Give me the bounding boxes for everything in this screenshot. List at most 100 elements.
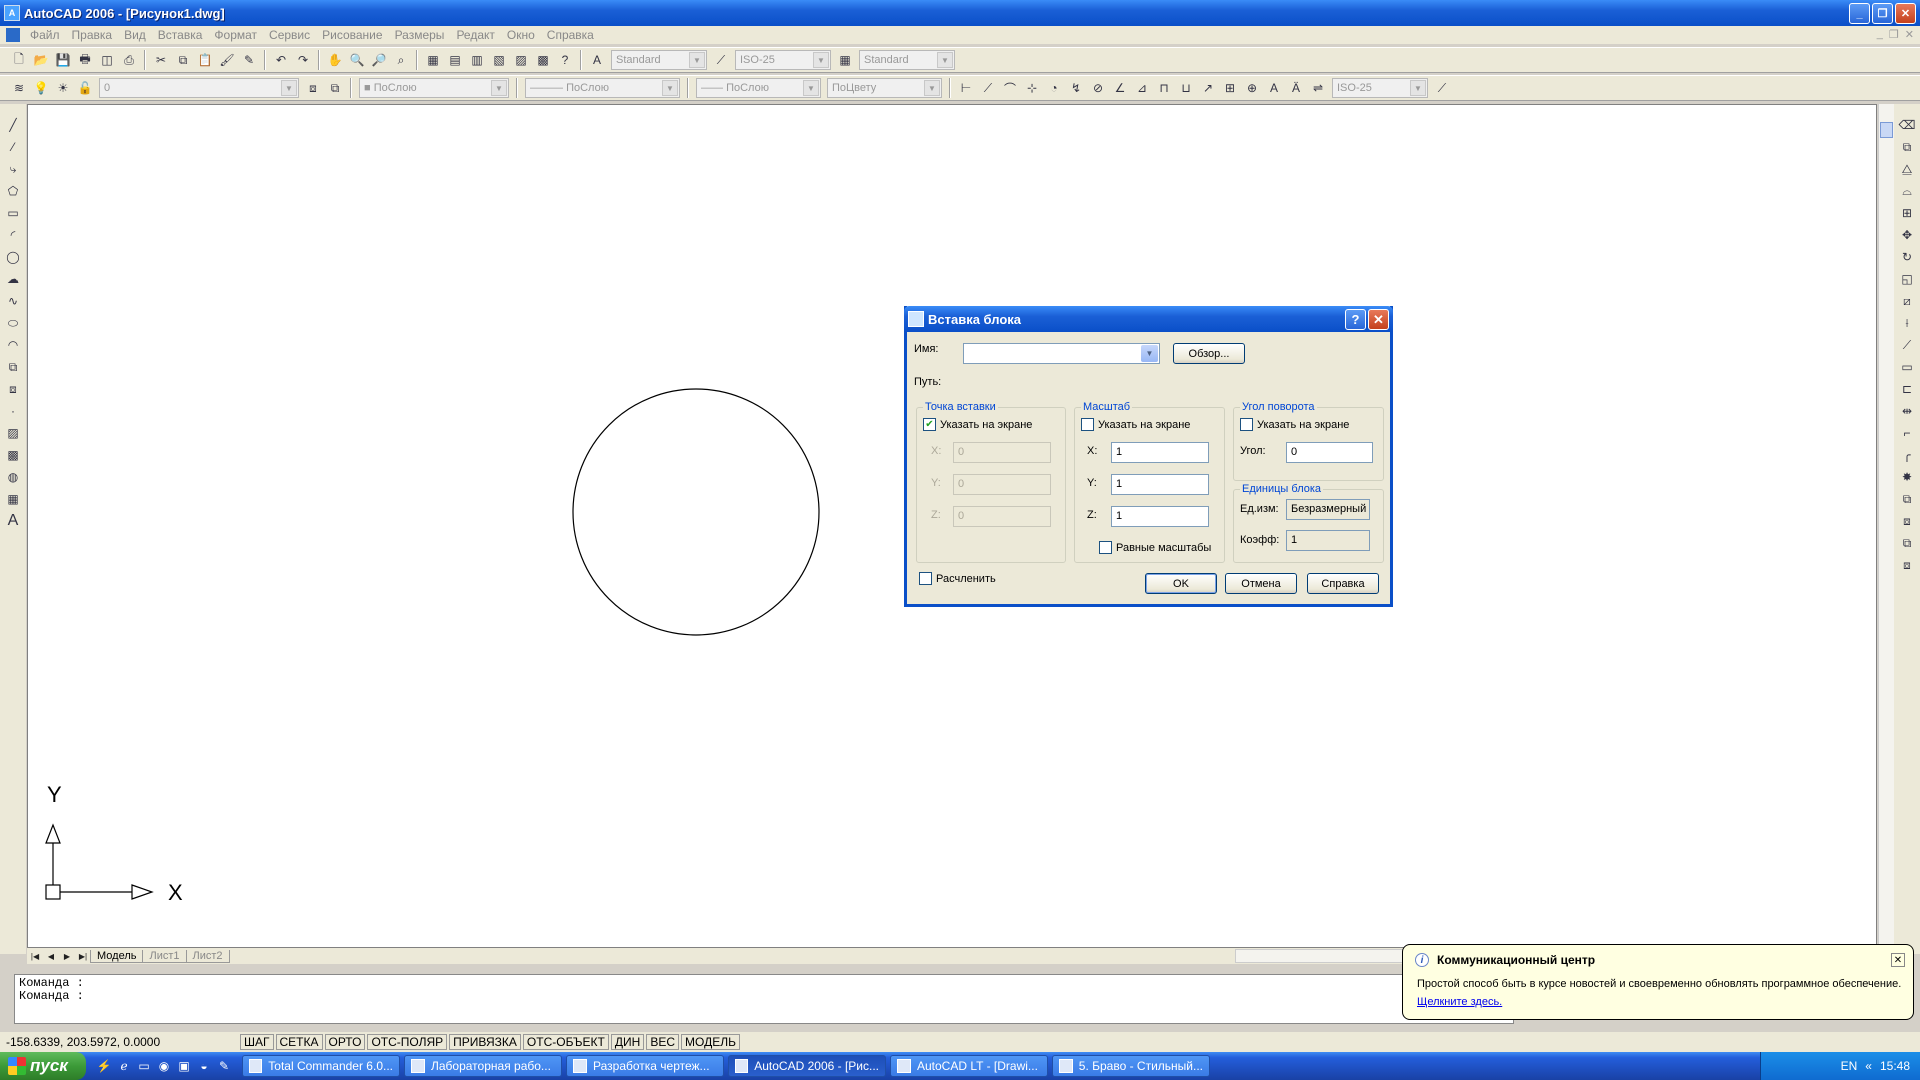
ordinate-dim-icon[interactable]: ⊹: [1023, 79, 1041, 97]
next-tab-icon[interactable]: ▶: [59, 949, 75, 963]
app-icon[interactable]: ▣: [176, 1058, 192, 1074]
dim-edit-icon[interactable]: A: [1265, 79, 1283, 97]
break-at-point-icon[interactable]: ▭: [1898, 358, 1916, 376]
save-icon[interactable]: 💾: [54, 51, 72, 69]
open-icon[interactable]: 📂: [32, 51, 50, 69]
dim-style-select[interactable]: ISO-25 ▼: [735, 50, 831, 70]
cancel-button[interactable]: Отмена: [1225, 573, 1297, 594]
color-select[interactable]: ■ ПоСлою ▼: [359, 78, 509, 98]
plot-preview-icon[interactable]: ◫: [98, 51, 116, 69]
insertion-y-field[interactable]: 0: [953, 474, 1051, 495]
zoom-previous-icon[interactable]: ⌕: [392, 51, 410, 69]
dim-update-icon[interactable]: ⇌: [1309, 79, 1327, 97]
insertion-specify-on-screen[interactable]: ✔ Указать на экране: [923, 418, 1032, 431]
tab-model[interactable]: Модель: [90, 949, 144, 963]
fillet-icon[interactable]: ╭: [1898, 446, 1916, 464]
dialog-close-button[interactable]: ✕: [1368, 309, 1389, 330]
extend-icon[interactable]: ⟋: [1898, 336, 1916, 354]
coordinates-readout[interactable]: -158.6339, 203.5972, 0.0000: [0, 1035, 240, 1049]
command-window[interactable]: Команда : Команда :: [14, 974, 1514, 1024]
sun-icon[interactable]: ☀: [54, 79, 72, 97]
dim-style-icon[interactable]: ⟋: [712, 51, 730, 69]
block-editor-icon[interactable]: ✎: [240, 51, 258, 69]
first-tab-icon[interactable]: |◀: [27, 949, 43, 963]
scale-x-field[interactable]: 1: [1111, 442, 1209, 463]
send-under-icon[interactable]: ⧈: [1898, 556, 1916, 574]
dim-text-edit-icon[interactable]: Ä: [1287, 79, 1305, 97]
insertion-on-screen-checkbox[interactable]: ✔: [923, 418, 936, 431]
help-icon[interactable]: ?: [556, 51, 574, 69]
zoom-window-icon[interactable]: 🔎: [370, 51, 388, 69]
browse-button[interactable]: Обзор...: [1173, 343, 1245, 364]
lineweight-select[interactable]: —— ПоСлою ▼: [696, 78, 821, 98]
erase-icon[interactable]: ⌫: [1898, 116, 1916, 134]
move-icon[interactable]: ✥: [1898, 226, 1916, 244]
line-icon[interactable]: ╱: [4, 116, 22, 134]
calculator-icon[interactable]: ▩: [534, 51, 552, 69]
dyn-toggle[interactable]: ДИН: [610, 1034, 645, 1050]
draw-order-front-icon[interactable]: ⧉: [1898, 490, 1916, 508]
uniform-scale[interactable]: Равные масштабы: [1099, 541, 1211, 554]
leader-icon[interactable]: ↗: [1199, 79, 1217, 97]
arc-length-icon[interactable]: ⌒: [1001, 79, 1019, 97]
task-lab-work[interactable]: Лабораторная рабо...: [404, 1055, 562, 1077]
copy-icon[interactable]: ⧉: [174, 51, 192, 69]
circle-icon[interactable]: ◯: [4, 248, 22, 266]
continue-dim-icon[interactable]: ⊔: [1177, 79, 1195, 97]
redo-icon[interactable]: ↷: [294, 51, 312, 69]
rotation-specify-on-screen[interactable]: Указать на экране: [1240, 418, 1349, 431]
menu-insert[interactable]: Вставка: [152, 28, 209, 42]
mirror-icon[interactable]: ⧋: [1898, 160, 1916, 178]
region-icon[interactable]: ◍: [4, 468, 22, 486]
task-total-commander[interactable]: Total Commander 6.0...: [242, 1055, 400, 1077]
text-style-icon[interactable]: A: [588, 51, 606, 69]
menu-draw[interactable]: Рисование: [316, 28, 388, 42]
rotate-icon[interactable]: ↻: [1898, 248, 1916, 266]
join-icon[interactable]: ⇹: [1898, 402, 1916, 420]
help-button[interactable]: Справка: [1307, 573, 1379, 594]
menu-dimension[interactable]: Размеры: [389, 28, 451, 42]
menu-help[interactable]: Справка: [541, 28, 600, 42]
properties-icon[interactable]: ▦: [424, 51, 442, 69]
scale-z-field[interactable]: 1: [1111, 506, 1209, 527]
undo-icon[interactable]: ↶: [272, 51, 290, 69]
linear-dim-icon[interactable]: ⊢: [957, 79, 975, 97]
plot-icon[interactable]: 🖶: [76, 51, 94, 69]
balloon-close-icon[interactable]: ✕: [1891, 953, 1905, 967]
paste-icon[interactable]: 📋: [196, 51, 214, 69]
offset-icon[interactable]: ⌓: [1898, 182, 1916, 200]
stretch-icon[interactable]: ⧄: [1898, 292, 1916, 310]
menu-modify[interactable]: Редакт: [450, 28, 500, 42]
hatch-icon[interactable]: ▨: [4, 424, 22, 442]
point-icon[interactable]: ·: [4, 402, 22, 420]
text-style-select[interactable]: Standard ▼: [611, 50, 707, 70]
sheet-set-icon[interactable]: ▧: [490, 51, 508, 69]
task-bravo[interactable]: 5. Браво - Стильный...: [1052, 1055, 1210, 1077]
dialog-help-button[interactable]: ?: [1345, 309, 1366, 330]
plotstyle-select[interactable]: ПоЦвету ▼: [827, 78, 942, 98]
insertion-x-field[interactable]: 0: [953, 442, 1051, 463]
tray-chevron-icon[interactable]: «: [1865, 1059, 1872, 1073]
media-icon[interactable]: ◉: [156, 1058, 172, 1074]
document-menu-icon[interactable]: [6, 28, 20, 42]
lock-icon[interactable]: 🔓: [76, 79, 94, 97]
jogged-dim-icon[interactable]: ↯: [1067, 79, 1085, 97]
aligned-dim-icon[interactable]: ⟋: [979, 79, 997, 97]
spline-icon[interactable]: ∿: [4, 292, 22, 310]
markup-icon[interactable]: ▨: [512, 51, 530, 69]
bring-above-icon[interactable]: ⧉: [1898, 534, 1916, 552]
match-properties-icon[interactable]: 🖌: [218, 51, 236, 69]
copy-object-icon[interactable]: ⧉: [1898, 138, 1916, 156]
prev-tab-icon[interactable]: ◀: [43, 949, 59, 963]
disk-icon[interactable]: ◒: [196, 1058, 212, 1074]
array-icon[interactable]: ⊞: [1898, 204, 1916, 222]
layer-manager-icon[interactable]: ≋: [10, 79, 28, 97]
ellipse-arc-icon[interactable]: ◠: [4, 336, 22, 354]
menu-file[interactable]: Файл: [24, 28, 66, 42]
close-button[interactable]: ✕: [1895, 3, 1916, 24]
lightbulb-icon[interactable]: 💡: [32, 79, 50, 97]
task-autocad-lt[interactable]: AutoCAD LT - [Drawi...: [890, 1055, 1048, 1077]
zoom-realtime-icon[interactable]: 🔍: [348, 51, 366, 69]
layer-previous-icon[interactable]: ⧉: [326, 79, 344, 97]
menu-format[interactable]: Формат: [208, 28, 263, 42]
